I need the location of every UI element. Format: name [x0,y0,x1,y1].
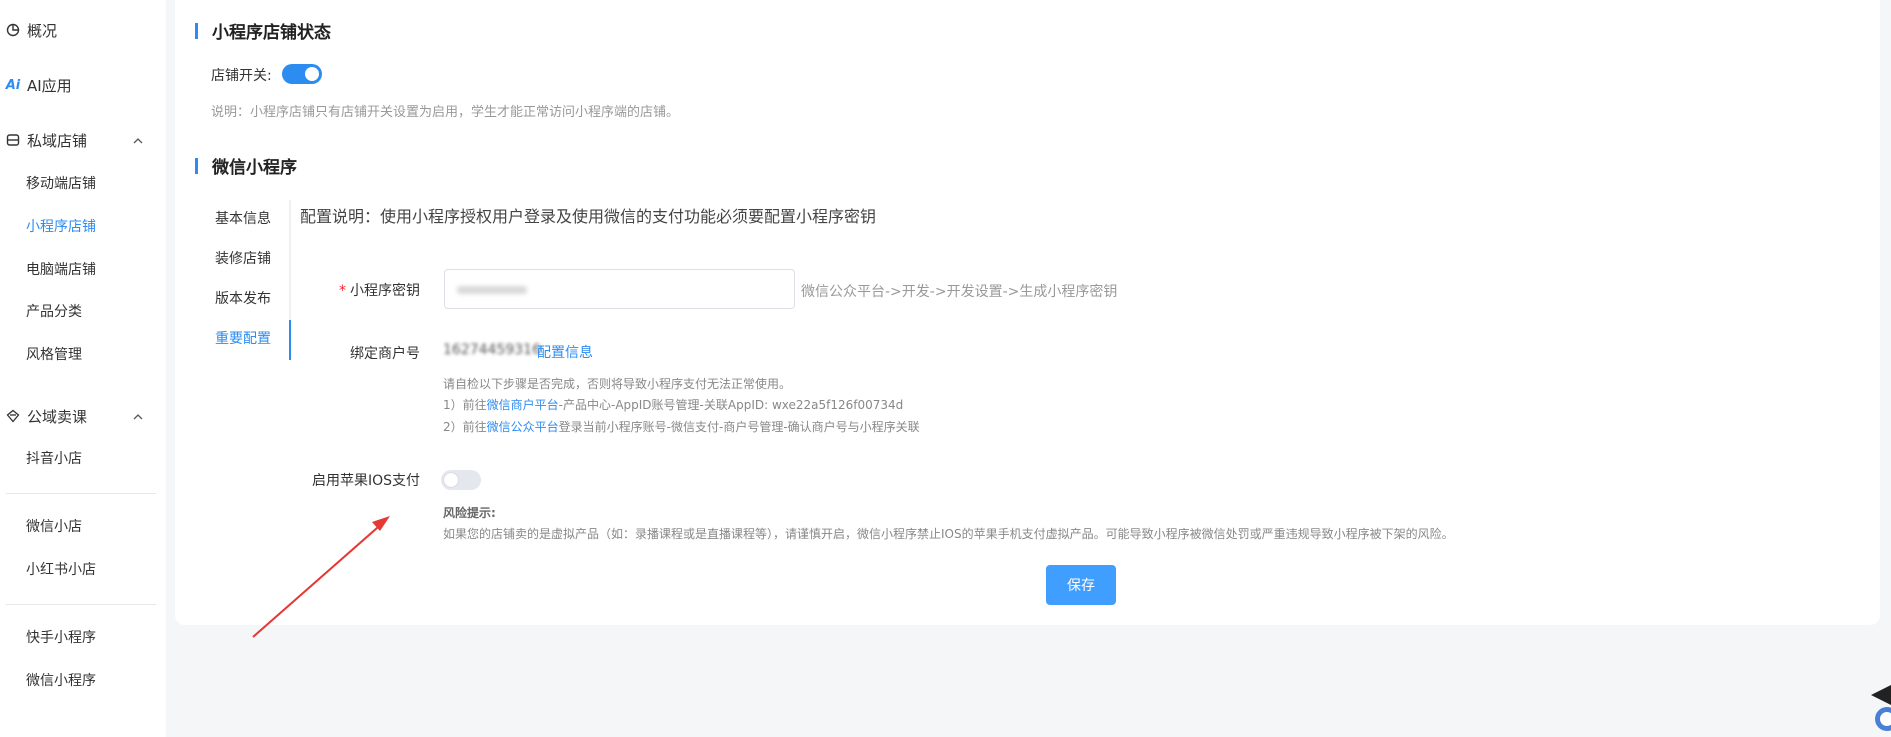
sidebar-item-style-management[interactable]: 风格管理 [26,343,82,367]
sidebar-item-miniprogram-store[interactable]: 小程序店铺 [26,215,96,239]
merchant-value: 16274459316 [443,342,541,358]
nav-ai-app-label: AI应用 [27,76,72,95]
nav-private-store-label: 私域店铺 [27,131,88,150]
chevron-up-icon [132,133,144,151]
secret-key-hint: 微信公众平台->开发->开发设置->生成小程序密钥 [801,284,1118,300]
diamond-icon [5,409,21,423]
step-1-suffix: -产品中心-AppID账号管理-关联AppID: wxe22a5f126f007… [558,398,904,412]
tab-version-release[interactable]: 版本发布 [215,287,271,311]
sidebar: 概况 Ai AI应用 私域店铺 移动端店铺 小程序店铺 电脑端店铺 产品分类 风… [0,0,166,737]
sidebar-item-kuaishou[interactable]: 快手小程序 [26,626,96,650]
secret-key-input[interactable] [444,269,795,309]
nav-private-store[interactable]: 私域店铺 [0,125,166,155]
secret-key-label-text: 小程序密钥 [350,283,420,299]
toggle-knob [444,473,458,487]
save-button[interactable]: 保存 [1046,565,1116,605]
store-icon [5,133,21,147]
step-1: 1）前往微信商户平台-产品中心-AppID账号管理-关联AppID: wxe22… [443,396,903,413]
sidebar-item-wechat-shop[interactable]: 微信小店 [26,515,82,539]
toggle-knob [305,67,319,81]
nav-public-course[interactable]: 公域卖课 [0,401,166,431]
store-switch-toggle[interactable] [282,64,322,84]
step-2-prefix: 2）前往 [443,420,487,434]
merchant-label: 绑定商户号 [350,346,420,362]
main-card: 小程序店铺状态 店铺开关: 说明：小程序店铺只有店铺开关设置为启用，学生才能正常… [175,0,1880,625]
check-intro: 请自检以下步骤是否完成，否则将导致小程序支付无法正常使用。 [443,377,792,391]
mascot-icon [1871,685,1891,731]
required-asterisk: * [339,283,346,299]
config-info-link[interactable]: 配置信息 [537,342,593,362]
step-1-prefix: 1）前往 [443,398,487,412]
masked-value [457,286,527,294]
risk-title: 风险提示: [443,506,496,520]
nav-ai-app[interactable]: Ai AI应用 [0,70,166,100]
sidebar-item-xiaohongshu[interactable]: 小红书小店 [26,558,96,582]
nav-overview[interactable]: 概况 [0,15,166,45]
tab-decorate-store[interactable]: 装修店铺 [215,247,271,271]
sidebar-item-douyin[interactable]: 抖音小店 [26,447,82,471]
title-accent-bar [195,22,198,39]
nav-public-course-label: 公域卖课 [27,407,88,426]
sidebar-item-pc-store[interactable]: 电脑端店铺 [26,258,96,282]
section-title-text: 小程序店铺状态 [212,23,331,43]
risk-text: 如果您的店铺卖的是虚拟产品（如：录播课程或是直播课程等），请谨慎开启，微信小程序… [443,527,1454,541]
ai-icon: Ai [5,77,21,93]
tab-basic-info[interactable]: 基本信息 [215,207,271,231]
step-2-suffix: 登录当前小程序账号-微信支付-商户号管理-确认商户号与小程序关联 [558,420,920,434]
secret-key-label: * 小程序密钥 [339,280,420,300]
wechat-public-platform-link[interactable]: 微信公众平台 [487,420,559,434]
store-switch-note: 说明：小程序店铺只有店铺开关设置为启用，学生才能正常访问小程序端的店铺。 [211,105,680,120]
store-switch-label: 店铺开关: [211,68,272,84]
active-tab-indicator [289,320,291,360]
settings-tabs: 基本信息 装修店铺 版本发布 重要配置 [175,200,291,360]
section-title-store-status: 小程序店铺状态 [195,18,331,43]
section-title-text: 微信小程序 [212,158,297,178]
divider [6,493,156,494]
title-accent-bar [195,157,198,174]
ios-payment-toggle[interactable] [441,470,481,490]
tab-important-config[interactable]: 重要配置 [215,327,271,351]
wechat-merchant-platform-link[interactable]: 微信商户平台 [487,398,559,412]
nav-overview-label: 概况 [27,21,58,40]
chevron-up-icon [132,409,144,427]
sidebar-item-product-category[interactable]: 产品分类 [26,300,82,324]
divider [6,604,156,605]
step-2: 2）前往微信公众平台登录当前小程序账号-微信支付-商户号管理-确认商户号与小程序… [443,418,920,435]
config-description: 配置说明：使用小程序授权用户登录及使用微信的支付功能必须要配置小程序密钥 [300,207,877,226]
pie-chart-icon [5,23,21,37]
ios-payment-label: 启用苹果IOS支付 [312,473,421,489]
sidebar-item-mobile-store[interactable]: 移动端店铺 [26,172,96,196]
sidebar-item-wechat-miniprogram[interactable]: 微信小程序 [26,669,96,693]
section-title-wechat-miniprogram: 微信小程序 [195,153,297,178]
